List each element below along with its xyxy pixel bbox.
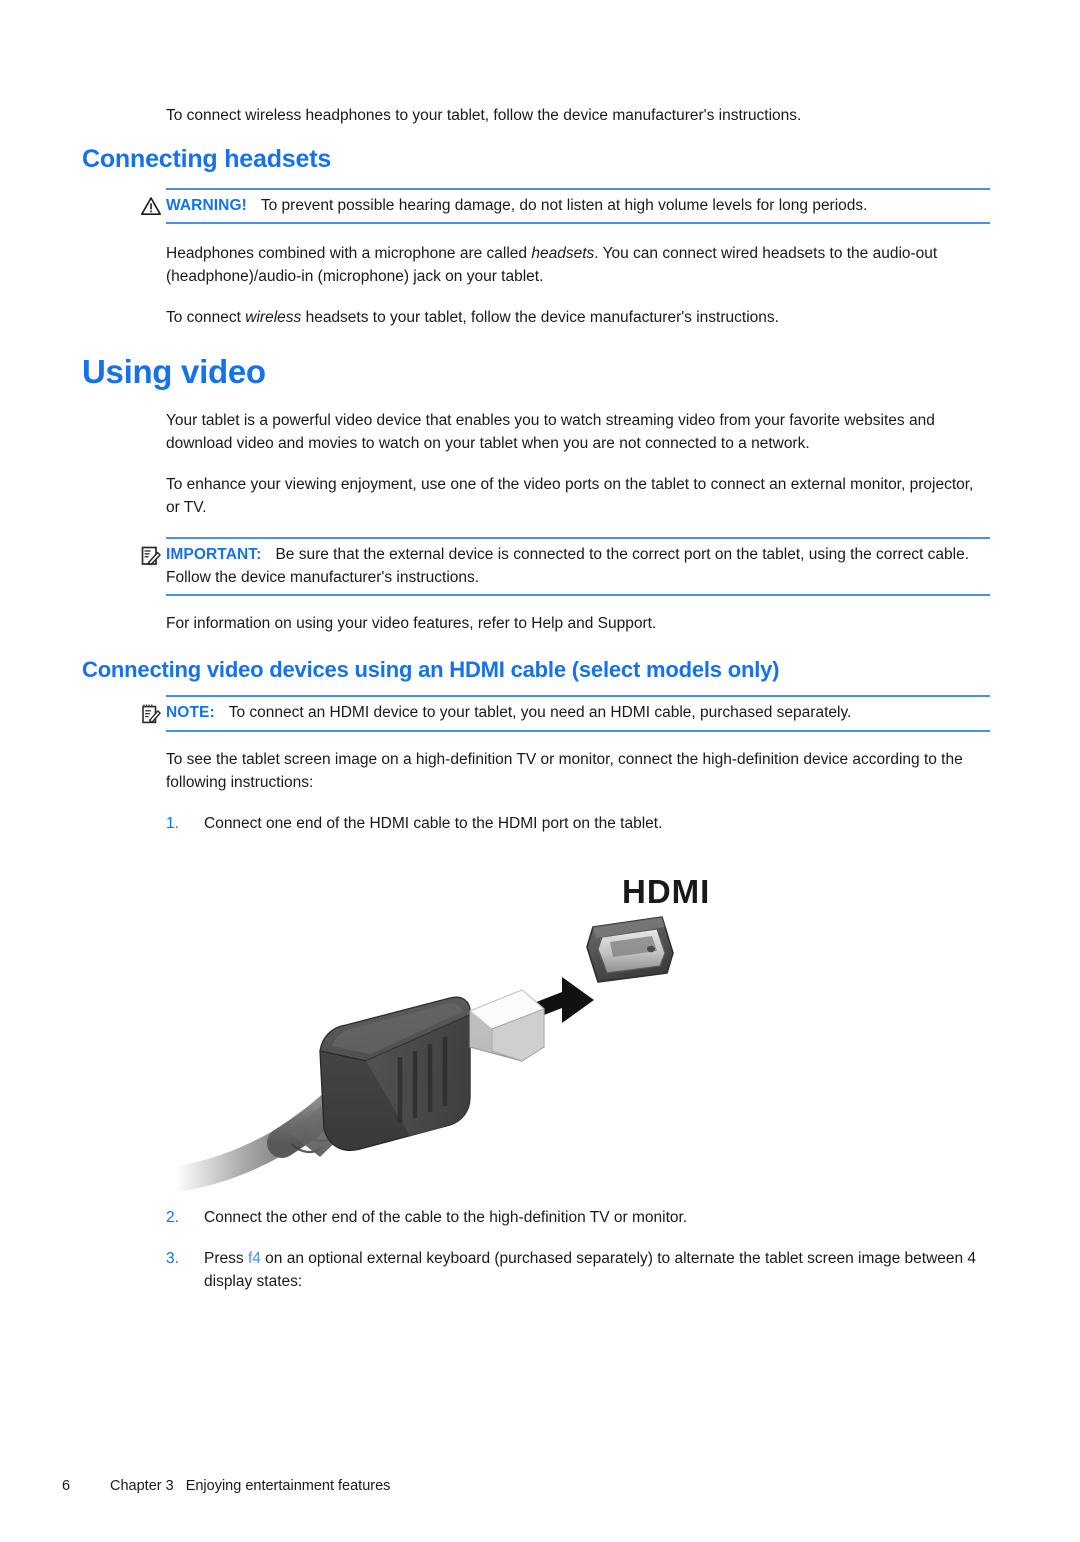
step-number: 1.	[166, 815, 179, 832]
headsets-p2-part1: To connect	[166, 309, 246, 326]
footer-chapter: Chapter 3	[110, 1478, 174, 1494]
note-label: NOTE:	[166, 704, 215, 721]
headsets-paragraph-1: Headphones combined with a microphone ar…	[166, 242, 990, 288]
step-text: Connect one end of the HDMI cable to the…	[204, 815, 663, 832]
footer-chapter-title: Enjoying entertainment features	[185, 1478, 391, 1494]
heading-connecting-headsets: Connecting headsets	[82, 145, 332, 173]
video-paragraph-3: For information on using your video feat…	[166, 615, 657, 632]
heading-connecting-video-hdmi: Connecting video devices using an HDMI c…	[82, 657, 780, 682]
step-number: 3.	[166, 1250, 179, 1267]
step3-part1: Press	[204, 1250, 248, 1267]
list-item: 2. Connect the other end of the cable to…	[166, 1206, 990, 1229]
warning-text: To prevent possible hearing damage, do n…	[260, 197, 868, 214]
headsets-p2-italic: wireless	[245, 309, 302, 326]
note-bottom-rule	[166, 730, 990, 732]
hdmi-port-graphic	[586, 916, 674, 983]
video-paragraph-2: To enhance your viewing enjoyment, use o…	[166, 476, 974, 516]
step-number: 2.	[166, 1209, 179, 1226]
important-admonition: IMPORTANT: Be sure that the external devi…	[140, 537, 990, 596]
warning-admonition: WARNING! To prevent possible hearing dama…	[140, 188, 990, 224]
warning-bottom-rule	[166, 222, 990, 224]
step3-part2: on an optional external keyboard (purcha…	[204, 1250, 977, 1290]
important-text: Be sure that the external device is conn…	[166, 546, 970, 586]
page-footer: 6 Chapter 3 Enjoying entertainment featu…	[62, 1478, 390, 1494]
document-page: To connect wireless headphones to your t…	[0, 104, 1080, 1542]
headsets-paragraph-2: To connect wireless headsets to your tab…	[166, 306, 990, 329]
warning-text-block: WARNING! To prevent possible hearing dama…	[166, 194, 990, 217]
list-item: 3. Press f4 on an optional external keyb…	[166, 1247, 990, 1293]
headsets-p1-italic: headsets	[531, 245, 595, 262]
video-paragraph-1: Your tablet is a powerful video device t…	[166, 412, 935, 452]
important-text-block: IMPORTANT: Be sure that the external devi…	[166, 543, 990, 589]
step3-key-f4: f4	[247, 1250, 261, 1267]
warning-label: WARNING!	[166, 197, 247, 214]
footer-page-number: 6	[62, 1478, 71, 1494]
note-admonition: NOTE: To connect an HDMI device to your t…	[140, 695, 990, 732]
step-text: Press f4 on an optional external keyboar…	[204, 1247, 990, 1293]
list-item: 1. Connect one end of the HDMI cable to …	[166, 812, 990, 835]
hdmi-connector-tip	[469, 989, 545, 1062]
hdmi-port-label: HDMI	[622, 873, 710, 910]
heading-using-video: Using video	[82, 353, 266, 390]
important-label: IMPORTANT:	[166, 546, 262, 563]
important-bottom-rule	[166, 594, 990, 596]
notepad-pencil-icon	[140, 701, 166, 725]
note-text: To connect an HDMI device to your tablet…	[228, 704, 852, 721]
intro-paragraph: To connect wireless headphones to your t…	[166, 107, 802, 124]
headsets-p1-part1: Headphones combined with a microphone ar…	[166, 245, 532, 262]
warning-triangle-icon	[140, 194, 166, 216]
hdmi-cable-connection-illustration: HDMI	[0, 861, 1080, 1196]
hdmi-intro-paragraph: To see the tablet screen image on a high…	[166, 751, 963, 791]
hdmi-connector-body	[319, 996, 471, 1151]
headsets-p2-part2: headsets to your tablet, follow the devi…	[301, 309, 779, 326]
note-text-block: NOTE: To connect an HDMI device to your t…	[166, 701, 990, 724]
note-pencil-icon	[140, 543, 166, 567]
step-text: Connect the other end of the cable to th…	[204, 1209, 688, 1226]
